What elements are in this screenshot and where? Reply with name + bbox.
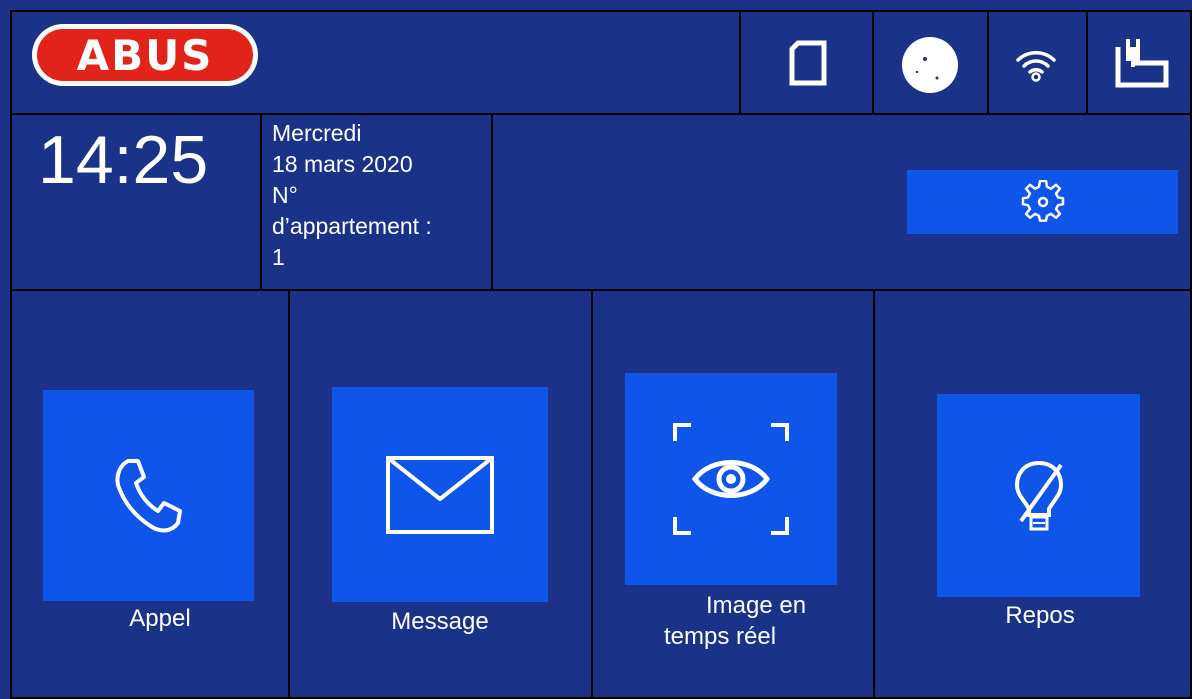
rest-label: Repos	[1005, 602, 1075, 629]
phone-icon	[115, 458, 182, 532]
live-image-label-line2: temps réel	[664, 623, 777, 650]
clock-time: 14:25	[38, 122, 209, 198]
bulb-off-icon	[1014, 460, 1063, 530]
date-text: 18 mars 2020	[272, 151, 413, 177]
live-image-label-line1: Image en	[706, 592, 807, 619]
envelope-icon	[386, 455, 494, 534]
live-image-label: Image en temps réel	[650, 590, 850, 652]
rest-button[interactable]	[937, 394, 1140, 597]
live-image-button[interactable]	[625, 373, 837, 585]
call-button[interactable]	[43, 390, 254, 601]
message-label: Message	[391, 608, 489, 635]
moon-icon	[901, 36, 959, 99]
wifi-icon	[1014, 46, 1058, 87]
sd-card-icon	[788, 40, 828, 91]
abus-logo-text: ABUS	[77, 31, 214, 80]
eye-scan-icon	[673, 423, 789, 535]
power-plug-icon	[1114, 37, 1170, 94]
date-info: Mercredi 18 mars 2020 N° d’appartement :…	[272, 118, 487, 273]
abus-logo: ABUS	[30, 22, 260, 88]
gear-icon	[1021, 180, 1064, 222]
call-label: Appel	[129, 605, 191, 632]
message-button[interactable]	[332, 387, 548, 602]
apartment-label-line2: d’appartement :	[272, 213, 432, 239]
apartment-label-line1: N°	[272, 182, 298, 208]
apartment-number: 1	[272, 244, 285, 270]
intercom-screen: ABUS 14:25 Mercredi 18 mars 2020 N° d’ap…	[0, 0, 1192, 699]
settings-button[interactable]	[907, 170, 1178, 234]
weekday-text: Mercredi	[272, 120, 362, 146]
